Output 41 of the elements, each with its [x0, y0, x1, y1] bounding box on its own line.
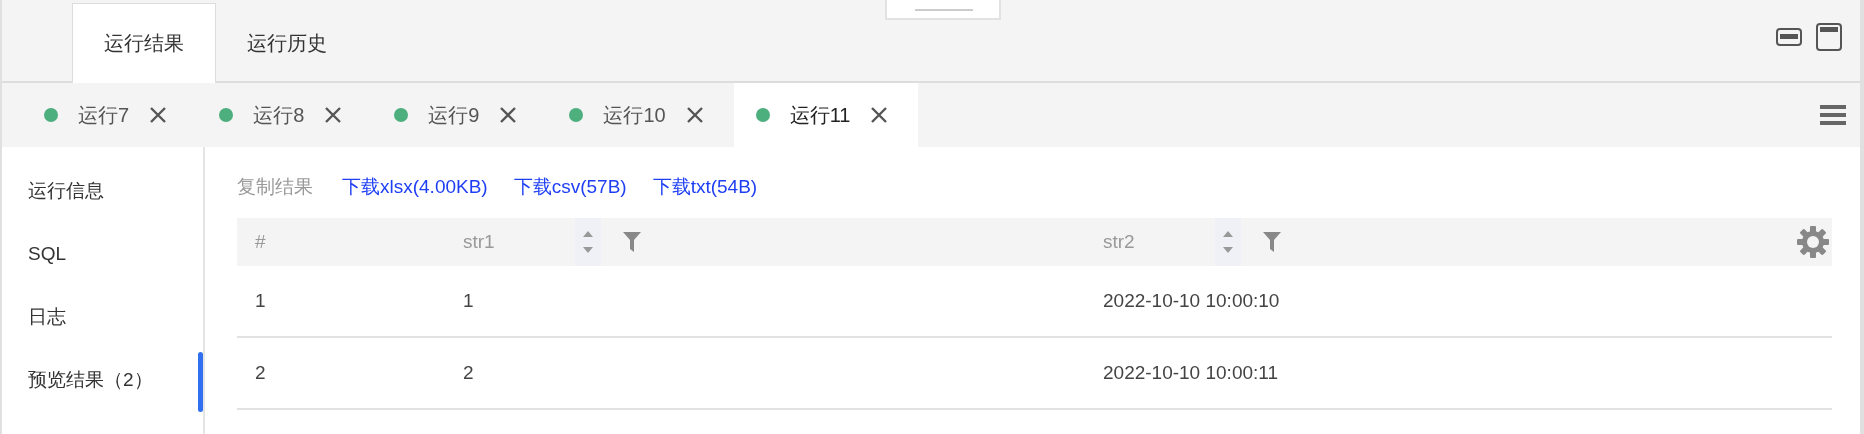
close-icon[interactable]: [324, 106, 343, 124]
column-header: #: [255, 231, 267, 253]
close-icon[interactable]: [499, 106, 518, 124]
drag-handle[interactable]: [885, 0, 1001, 20]
menu-icon[interactable]: [1820, 104, 1846, 126]
status-dot: [394, 108, 409, 122]
run-tab-label: 运行9: [428, 102, 480, 128]
download-link[interactable]: 下载csv(57B): [513, 174, 627, 200]
download-link[interactable]: 下载txt(54B): [652, 174, 758, 200]
close-icon[interactable]: [149, 106, 168, 124]
download-link[interactable]: 下载xlsx(4.00KB): [342, 174, 488, 200]
status-dot: [44, 108, 58, 122]
status-dot: [755, 108, 770, 122]
table-cell: 2022-10-10 10:00:11: [1103, 362, 1279, 384]
status-dot: [219, 108, 234, 122]
close-icon[interactable]: [685, 106, 704, 124]
table-cell: 1: [463, 290, 474, 312]
minimize-panel-icon[interactable]: [1776, 27, 1802, 46]
filter-icon[interactable]: [1263, 232, 1281, 252]
close-icon[interactable]: [870, 106, 889, 124]
run-tab-label: 运行8: [253, 102, 305, 128]
sidebar-item[interactable]: 预览结果（2）: [2, 348, 203, 411]
tab[interactable]: 运行结果: [72, 3, 216, 83]
table-cell: 2: [255, 362, 266, 384]
column-header: str1: [463, 231, 496, 253]
column-header: str2: [1103, 231, 1136, 253]
table-cell: 1: [255, 290, 266, 312]
settings-icon[interactable]: [1796, 225, 1830, 259]
run-tab-label: 运行10: [603, 102, 666, 128]
run-tab-label: 运行11: [789, 102, 851, 128]
run-tab[interactable]: 运行11: [733, 83, 919, 147]
table-cell: 2: [463, 362, 474, 384]
status-dot: [569, 108, 584, 122]
maximize-panel-icon[interactable]: [1816, 22, 1842, 51]
tab[interactable]: 运行历史: [216, 3, 358, 83]
filter-icon[interactable]: [623, 232, 641, 252]
sidebar-item[interactable]: 运行信息: [2, 159, 203, 222]
table-cell: 2022-10-10 10:00:10: [1103, 290, 1280, 312]
sidebar-item[interactable]: 日志: [2, 285, 203, 348]
sidebar-item[interactable]: SQL: [2, 222, 203, 285]
run-tab-label: 运行7: [78, 102, 130, 128]
